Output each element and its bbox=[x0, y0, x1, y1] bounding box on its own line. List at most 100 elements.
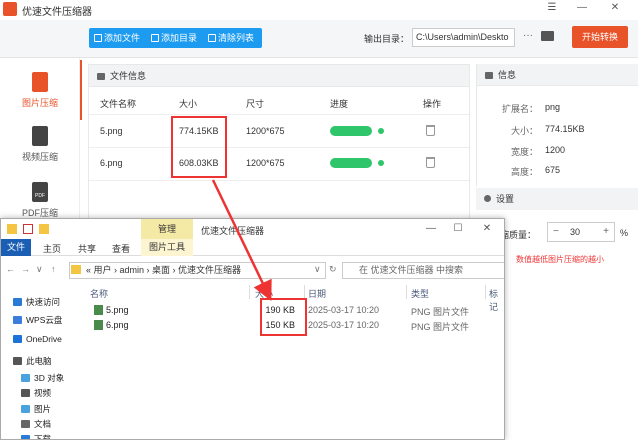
info-icon bbox=[485, 72, 493, 79]
add-file-button[interactable]: 添加文件 bbox=[94, 28, 140, 48]
sidebar-item-image[interactable]: 图片压缩 bbox=[0, 72, 80, 109]
explorer-close-button[interactable]: ✕ bbox=[477, 221, 497, 237]
file-dims: 1200*675 bbox=[246, 126, 285, 136]
column-separator[interactable] bbox=[304, 285, 305, 299]
start-convert-button[interactable]: 开始转换 bbox=[572, 26, 628, 48]
row-divider bbox=[89, 147, 469, 148]
nav-tree-label: 此电脑 bbox=[26, 356, 52, 366]
add-dir-button[interactable]: 添加目录 bbox=[151, 28, 197, 48]
col-type[interactable]: 类型 bbox=[411, 287, 429, 300]
column-separator[interactable] bbox=[249, 285, 250, 299]
info-height-value: 675 bbox=[545, 165, 561, 175]
manage-tab[interactable]: 管理 bbox=[141, 219, 193, 239]
row-divider bbox=[89, 180, 469, 181]
nav-tree-item[interactable]: 快速访问 bbox=[13, 296, 60, 308]
nav-tree-item[interactable]: WPS云盘 bbox=[13, 314, 62, 326]
file-info-icon bbox=[97, 73, 105, 80]
nav-tree-icon bbox=[21, 420, 30, 428]
col-filename: 文件名称 bbox=[100, 99, 137, 109]
output-dir-input[interactable]: C:\Users\admin\Deskto bbox=[412, 28, 515, 47]
file-name: 5.png bbox=[100, 126, 123, 136]
col-progress: 进度 bbox=[330, 99, 349, 109]
explorer-maximize-button[interactable]: ☐ bbox=[448, 221, 468, 237]
col-tag[interactable]: 标记 bbox=[489, 287, 504, 313]
col-name[interactable]: 名称 bbox=[90, 287, 108, 300]
properties-icon[interactable] bbox=[23, 224, 33, 234]
quality-value[interactable]: 30 bbox=[570, 227, 580, 237]
col-size: 大小 bbox=[179, 99, 198, 109]
sidebar-item-pdf[interactable]: PDF PDF压缩 bbox=[0, 182, 80, 219]
nav-tree-icon bbox=[21, 389, 30, 397]
ribbon-tab-file[interactable]: 文件 bbox=[1, 239, 31, 256]
size-highlight-box bbox=[171, 116, 227, 178]
settings-header: 设置 bbox=[476, 188, 638, 210]
nav-tree-item[interactable]: 此电脑 bbox=[13, 355, 52, 367]
file-row-name[interactable]: 6.png bbox=[94, 320, 129, 330]
quality-stepper[interactable]: − 30 + bbox=[547, 222, 615, 242]
explorer-minimize-button[interactable]: — bbox=[421, 221, 441, 237]
address-dropdown-icon[interactable]: ∨ bbox=[314, 264, 321, 275]
open-folder-icon[interactable] bbox=[541, 31, 554, 41]
file-row-date: 2025-03-17 10:20 bbox=[308, 320, 380, 330]
nav-tree-icon bbox=[21, 374, 30, 382]
nav-tree-label: 文档 bbox=[34, 419, 52, 429]
address-bar[interactable]: « 用户 › admin › 桌面 › 优速文件压缩器 bbox=[69, 262, 326, 279]
nav-tree-item[interactable]: 下载 bbox=[21, 433, 51, 439]
search-input[interactable]: 在 优速文件压缩器 中搜索 bbox=[342, 262, 504, 279]
progress-done-dot bbox=[378, 160, 384, 166]
ribbon-tab-view[interactable]: 查看 bbox=[112, 242, 130, 255]
nav-tree-icon bbox=[13, 298, 22, 306]
delete-icon[interactable] bbox=[426, 125, 435, 136]
png-file-icon bbox=[94, 320, 103, 330]
menu-icon[interactable]: ☰ bbox=[542, 0, 562, 16]
quality-plus-button[interactable]: + bbox=[603, 226, 609, 237]
address-folder-icon bbox=[71, 265, 81, 274]
folder-icon bbox=[7, 224, 17, 234]
nav-tree-label: WPS云盘 bbox=[26, 315, 63, 325]
browse-more-button[interactable]: ··· bbox=[523, 30, 533, 41]
up-arrow-icon[interactable]: ↑ bbox=[51, 264, 56, 274]
png-file-icon bbox=[94, 305, 103, 315]
nav-tree-item[interactable]: 视频 bbox=[21, 387, 51, 399]
nav-tree-item[interactable]: OneDrive bbox=[13, 334, 62, 344]
ribbon-tab-home[interactable]: 主页 bbox=[43, 242, 61, 255]
close-button[interactable]: ✕ bbox=[605, 0, 625, 16]
nav-tree-item[interactable]: 3D 对象 bbox=[21, 372, 64, 384]
sidebar-item-video[interactable]: 视频压缩 bbox=[0, 126, 80, 163]
sidebar-active-indicator bbox=[80, 60, 82, 120]
file-row-date: 2025-03-17 10:20 bbox=[308, 305, 380, 315]
progress-done-dot bbox=[378, 128, 384, 134]
ribbon-tab-picture-tools[interactable]: 图片工具 bbox=[141, 239, 193, 256]
file-dims: 1200*675 bbox=[246, 158, 285, 168]
file-list-panel: 文件信息 bbox=[88, 64, 470, 224]
col-dims: 尺寸 bbox=[246, 99, 265, 109]
column-separator[interactable] bbox=[406, 285, 407, 299]
info-size-label: 大小： bbox=[510, 126, 538, 136]
nav-tree-item[interactable]: 图片 bbox=[21, 403, 51, 415]
nav-tree-label: 3D 对象 bbox=[34, 373, 65, 383]
image-icon bbox=[32, 72, 48, 92]
column-separator[interactable] bbox=[485, 285, 486, 299]
recent-chevron-icon[interactable]: ∨ bbox=[36, 264, 43, 275]
quality-minus-button[interactable]: − bbox=[553, 226, 559, 237]
nav-tree-icon bbox=[21, 435, 30, 439]
explorer-title: 优速文件压缩器 bbox=[201, 226, 265, 236]
nav-tree-label: 视频 bbox=[34, 388, 52, 398]
file-row-name[interactable]: 5.png bbox=[94, 305, 129, 315]
clear-list-button[interactable]: 清除列表 bbox=[208, 28, 254, 48]
minimize-button[interactable]: — bbox=[572, 0, 592, 16]
ribbon-tab-share[interactable]: 共享 bbox=[78, 242, 96, 255]
info-ext-label: 扩展名： bbox=[501, 104, 538, 114]
nav-tree-item[interactable]: 文档 bbox=[21, 418, 51, 430]
forward-arrow-icon[interactable]: → bbox=[21, 264, 30, 274]
new-folder-icon[interactable] bbox=[39, 224, 49, 234]
info-height-label: 高度： bbox=[510, 167, 538, 177]
col-date[interactable]: 日期 bbox=[308, 287, 326, 300]
refresh-icon[interactable]: ↻ bbox=[329, 264, 337, 275]
pdf-icon: PDF bbox=[32, 182, 48, 202]
nav-tree-label: 图片 bbox=[34, 404, 52, 414]
nav-tree-icon bbox=[13, 357, 22, 365]
back-arrow-icon[interactable]: ← bbox=[6, 264, 15, 274]
info-ext-value: png bbox=[545, 102, 561, 112]
delete-icon[interactable] bbox=[426, 157, 435, 168]
